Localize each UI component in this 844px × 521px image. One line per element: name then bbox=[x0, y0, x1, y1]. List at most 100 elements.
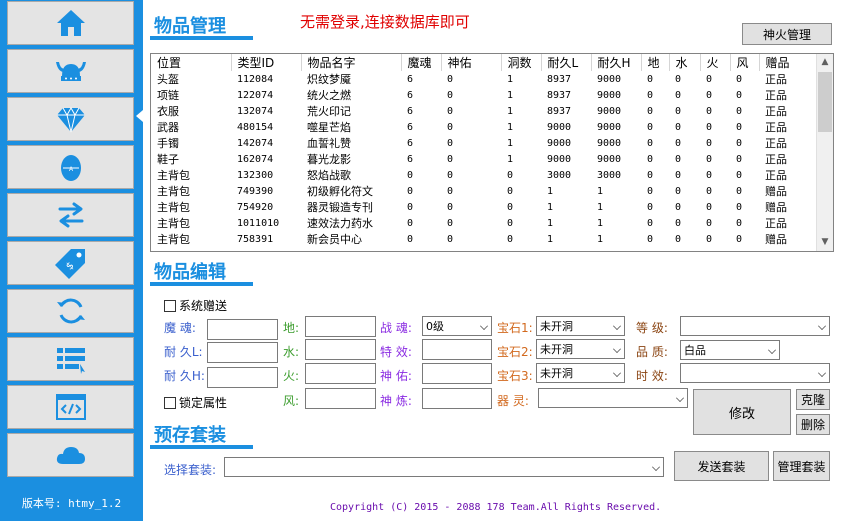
col-header[interactable]: 风 bbox=[730, 54, 760, 71]
sidebar-pet-egg-button[interactable]: A bbox=[7, 145, 134, 189]
naijiu-h-label: 耐 久H: bbox=[164, 369, 205, 383]
col-header[interactable]: 耐久H bbox=[591, 54, 642, 71]
sidebar-transfer-button[interactable] bbox=[7, 193, 134, 237]
sidebar-home-button[interactable] bbox=[7, 1, 134, 45]
col-header[interactable]: 神佑 bbox=[441, 54, 502, 71]
zhanhun-select[interactable]: 0级 bbox=[422, 316, 492, 336]
table-cell: 荒火印记 bbox=[307, 105, 351, 118]
lock-attr-checkbox[interactable]: 锁定属性 bbox=[164, 394, 227, 411]
col-header[interactable]: 耐久L bbox=[541, 54, 592, 71]
table-row[interactable]: 主背包 749390 初级孵化符文 0 0 0 1 1 0 0 0 0 赠品 bbox=[151, 183, 817, 199]
texiao-input[interactable] bbox=[422, 339, 492, 360]
col-header[interactable]: 位置 bbox=[151, 54, 232, 71]
table-cell: 暮光龙影 bbox=[307, 153, 351, 166]
di-input[interactable] bbox=[305, 316, 376, 337]
gem2-select[interactable]: 未开洞 bbox=[536, 339, 625, 359]
shixiao-select[interactable] bbox=[680, 363, 830, 383]
naijiu-h-input[interactable] bbox=[207, 367, 278, 388]
delete-button[interactable]: 删除 bbox=[796, 414, 830, 435]
item-table[interactable]: 位置 类型ID 物品名字 魔魂 神佑 洞数 耐久L 耐久H 地 水 火 风 赠品… bbox=[150, 53, 834, 252]
scroll-thumb[interactable] bbox=[818, 72, 832, 132]
sidebar-equipment-button[interactable] bbox=[7, 49, 134, 93]
table-row[interactable]: 主背包 758391 新会员中心 0 0 0 1 1 0 0 0 0 赠品 bbox=[151, 231, 817, 247]
table-cell: 0 bbox=[407, 201, 414, 213]
sidebar-cloud-button[interactable] bbox=[7, 433, 134, 477]
lock-attr-label: 锁定属性 bbox=[179, 396, 228, 410]
table-row[interactable]: 项链 122074 统火之燃 6 0 1 8937 9000 0 0 0 0 正品 bbox=[151, 87, 817, 103]
table-cell: 0 bbox=[706, 201, 713, 213]
table-row[interactable]: 武器 480154 噬星芒焰 6 0 1 9000 9000 0 0 0 0 正品 bbox=[151, 119, 817, 135]
table-cell: 鞋子 bbox=[157, 153, 179, 166]
table-row[interactable]: 主背包 132300 怒焰战歌 0 0 0 3000 3000 0 0 0 0 正品 bbox=[151, 167, 817, 183]
gem1-select[interactable]: 未开洞 bbox=[536, 316, 625, 336]
table-cell: 0 bbox=[675, 73, 682, 85]
table-row[interactable]: 手镯 142074 血誓礼赞 6 0 1 9000 9000 0 0 0 0 正品 bbox=[151, 135, 817, 151]
qiling-select[interactable] bbox=[538, 388, 688, 408]
table-cell: 衣服 bbox=[157, 105, 179, 118]
table-cell: 0 bbox=[675, 137, 682, 149]
feng-input[interactable] bbox=[305, 388, 376, 409]
scroll-down-icon[interactable]: ▼ bbox=[817, 234, 833, 251]
clone-button[interactable]: 克隆 bbox=[796, 389, 830, 410]
huo-input[interactable] bbox=[305, 363, 376, 384]
egg-icon: A bbox=[60, 155, 81, 181]
gem1-label: 宝石1: bbox=[497, 321, 533, 335]
scroll-up-icon[interactable]: ▲ bbox=[817, 54, 833, 71]
mohun-input[interactable] bbox=[207, 319, 278, 340]
shenyou-input[interactable] bbox=[422, 363, 492, 384]
table-row[interactable]: 主背包 754920 器灵锻造专刊 0 0 0 1 1 0 0 0 0 赠品 bbox=[151, 199, 817, 215]
sidebar-gem-button[interactable] bbox=[7, 97, 134, 141]
col-header[interactable]: 类型ID bbox=[231, 54, 302, 71]
shui-input[interactable] bbox=[305, 339, 376, 360]
version-label: 版本号: htmy_1.2 bbox=[21, 497, 122, 510]
pinzhi-select[interactable]: 白品 bbox=[680, 340, 780, 360]
table-cell: 0 bbox=[736, 121, 743, 133]
table-cell: 正品 bbox=[765, 169, 787, 182]
sidebar-list-button[interactable] bbox=[7, 337, 134, 381]
table-cell: 1 bbox=[507, 137, 514, 149]
col-header[interactable]: 物品名字 bbox=[301, 54, 402, 71]
copyright-text: Copyright (C) 2015 - 2088 178 Team.All R… bbox=[330, 502, 662, 513]
manage-suit-button[interactable]: 管理套装 bbox=[773, 451, 830, 481]
huo-label: 火: bbox=[283, 369, 300, 383]
table-cell: 1 bbox=[507, 153, 514, 165]
table-cell: 0 bbox=[447, 169, 454, 181]
sidebar-refresh-button[interactable] bbox=[7, 289, 134, 333]
texiao-label: 特 效: bbox=[380, 345, 412, 359]
col-header[interactable]: 地 bbox=[641, 54, 670, 71]
table-cell: 0 bbox=[407, 185, 414, 197]
col-header[interactable]: 魔魂 bbox=[401, 54, 442, 71]
suit-select[interactable] bbox=[224, 457, 664, 477]
col-header[interactable]: 火 bbox=[700, 54, 731, 71]
sidebar-code-button[interactable] bbox=[7, 385, 134, 429]
item-management-title: 物品管理 bbox=[154, 16, 226, 37]
col-header[interactable]: 洞数 bbox=[501, 54, 542, 71]
gem3-select[interactable]: 未开洞 bbox=[536, 363, 625, 383]
col-header[interactable]: 水 bbox=[669, 54, 701, 71]
shui-label: 水: bbox=[283, 345, 300, 359]
table-cell: 主背包 bbox=[157, 201, 190, 214]
table-row[interactable]: 头盔 112084 炽纹梦魇 6 0 1 8937 9000 0 0 0 0 正品 bbox=[151, 71, 817, 87]
sidebar-price-button[interactable]: $ bbox=[7, 241, 134, 285]
send-suit-button[interactable]: 发送套装 bbox=[674, 451, 769, 481]
col-header[interactable]: 赠品 bbox=[759, 54, 818, 71]
table-cell: 0 bbox=[447, 89, 454, 101]
table-row[interactable]: 主背包 1011010 速效法力药水 0 0 0 1 1 0 0 0 0 正品 bbox=[151, 215, 817, 231]
shenhuo-manage-button[interactable]: 神火管理 bbox=[742, 23, 832, 45]
table-cell: 0 bbox=[647, 89, 654, 101]
table-row[interactable]: 衣服 132074 荒火印记 6 0 1 8937 9000 0 0 0 0 正品 bbox=[151, 103, 817, 119]
table-cell: 9000 bbox=[547, 121, 572, 133]
shenlian-label: 神 炼: bbox=[380, 394, 412, 408]
table-scrollbar[interactable]: ▲ ▼ bbox=[816, 54, 833, 251]
table-row[interactable]: 鞋子 162074 暮光龙影 6 0 1 9000 9000 0 0 0 0 正品 bbox=[151, 151, 817, 167]
table-cell: 0 bbox=[647, 105, 654, 117]
shenlian-input[interactable] bbox=[422, 388, 492, 409]
modify-button[interactable]: 修改 bbox=[693, 389, 791, 435]
table-cell: 1 bbox=[507, 105, 514, 117]
dengji-select[interactable] bbox=[680, 316, 830, 336]
feng-label: 风: bbox=[283, 394, 300, 408]
naijiu-l-input[interactable] bbox=[207, 342, 278, 363]
system-gift-checkbox[interactable]: 系统赠送 bbox=[164, 297, 227, 314]
table-cell: 0 bbox=[706, 153, 713, 165]
qiling-label: 器 灵: bbox=[497, 394, 529, 408]
